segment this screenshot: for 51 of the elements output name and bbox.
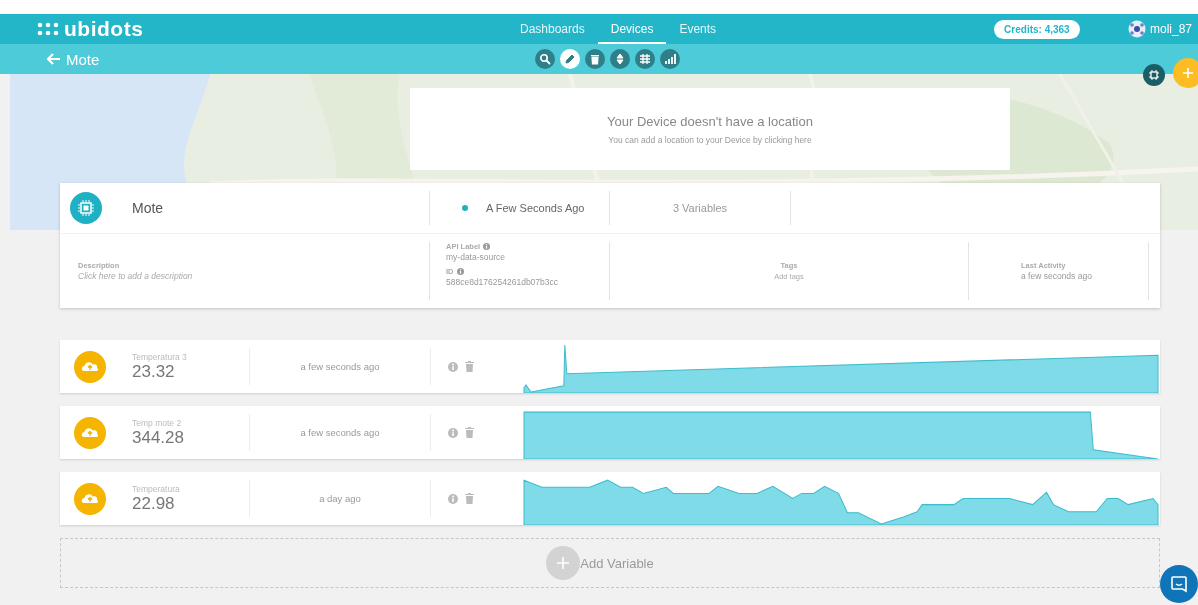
trash-icon	[589, 53, 601, 65]
api-label-value: my-data-source	[446, 252, 507, 262]
location-notice[interactable]: Your Device doesn't have a location You can add a location to your Device by clicking here	[410, 88, 1010, 170]
plus-icon	[546, 546, 581, 580]
username[interactable]: moli_87	[1149, 22, 1192, 36]
search-icon	[539, 53, 551, 65]
variables-count: 3 Variables	[672, 202, 728, 214]
chart-tool-button[interactable]	[660, 49, 680, 69]
chat-icon	[1170, 575, 1188, 593]
plus-icon	[1182, 67, 1194, 79]
avatar-icon[interactable]	[1127, 20, 1146, 38]
nav-tab[interactable]: Events	[666, 14, 730, 44]
info-icon[interactable]	[483, 243, 491, 250]
bar-chart-icon	[664, 53, 676, 65]
edit-tool-button[interactable]	[560, 49, 580, 69]
info-icon[interactable]	[456, 268, 464, 275]
cloud-upload-icon	[74, 350, 106, 383]
variable-value: 344.28	[132, 427, 185, 448]
add-variable-button[interactable]: Add Variable	[60, 538, 1160, 588]
variable-value: 23.32	[132, 361, 175, 382]
device-name: Mote	[132, 200, 164, 216]
sort-tool-button[interactable]	[610, 49, 630, 69]
last-seen: A Few Seconds Ago	[486, 202, 585, 214]
variable-time: a day ago	[319, 493, 361, 504]
variable-time: a few seconds ago	[300, 427, 380, 438]
last-activity-value: a few seconds ago	[1021, 271, 1093, 281]
delete-tool-button[interactable]	[585, 49, 605, 69]
variable-name: Temp mote 2	[132, 417, 183, 428]
pencil-icon	[564, 53, 576, 65]
chip-icon	[70, 192, 102, 224]
chip-icon	[1148, 69, 1160, 81]
logo-icon	[37, 22, 59, 36]
cloud-upload-icon	[74, 482, 106, 515]
description-field[interactable]: Click here to add a description	[78, 271, 429, 281]
variable-name: Temperatura	[132, 483, 181, 494]
id-value: 588ce8d176254261db07b3cc	[446, 277, 560, 287]
up-down-arrows-icon	[614, 53, 626, 65]
status-dot-icon	[462, 205, 468, 211]
notice-text: You can add a location to your Device by clicking here	[608, 134, 812, 145]
credits-badge: Credits: 4,363	[994, 19, 1080, 39]
back-arrow-icon	[47, 53, 61, 65]
search-tool-button[interactable]	[535, 49, 555, 69]
brand-name: ubidots	[64, 17, 144, 41]
notice-title: Your Device doesn't have a location	[607, 113, 813, 129]
cloud-upload-icon	[74, 416, 106, 449]
variable-value: 22.98	[132, 493, 175, 514]
chat-button[interactable]	[1160, 565, 1198, 603]
grid-icon	[639, 53, 651, 65]
grid-tool-button[interactable]	[635, 49, 655, 69]
nav-tab[interactable]: Dashboards	[507, 14, 598, 44]
variable-time: a few seconds ago	[300, 361, 380, 372]
